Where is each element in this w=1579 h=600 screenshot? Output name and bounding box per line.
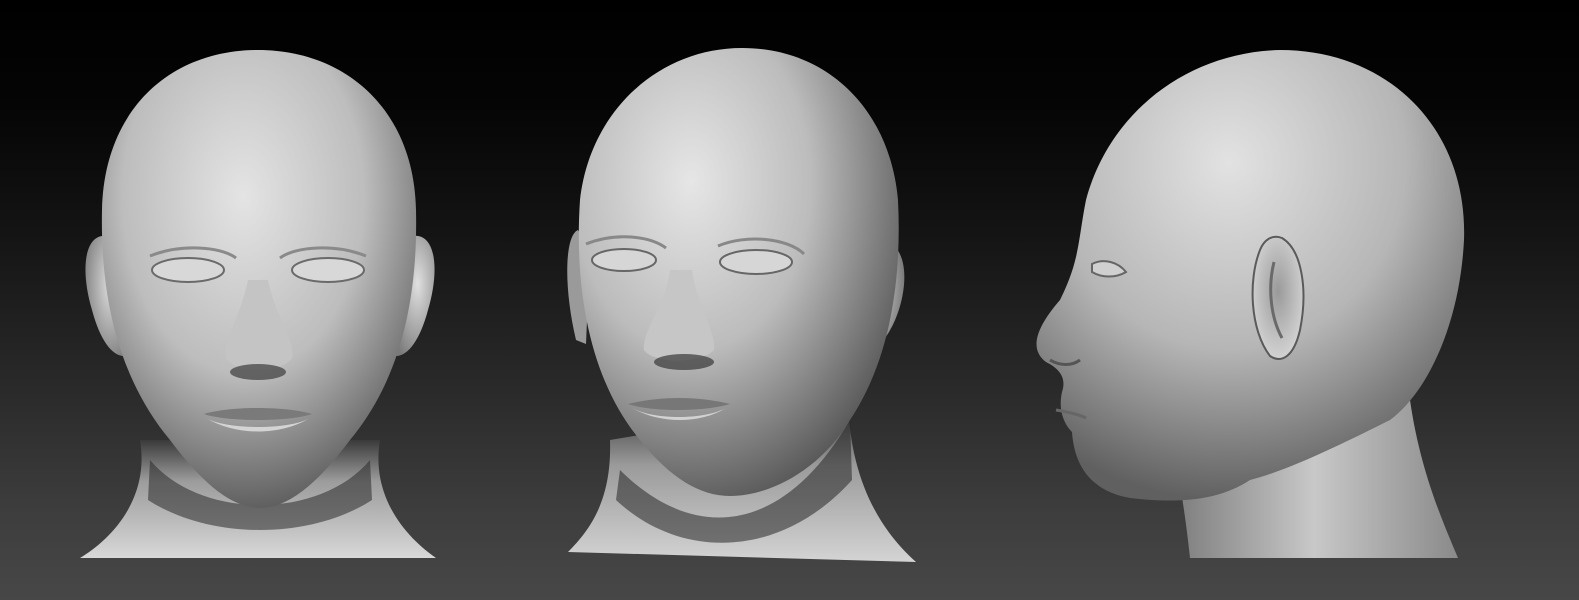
front-view-render (0, 0, 520, 600)
profile-view-render (990, 0, 1579, 600)
sculpt-viewport (0, 0, 1579, 600)
three-quarter-view-render (520, 0, 990, 600)
front-head (101, 50, 417, 508)
profile-ear (1251, 235, 1305, 360)
